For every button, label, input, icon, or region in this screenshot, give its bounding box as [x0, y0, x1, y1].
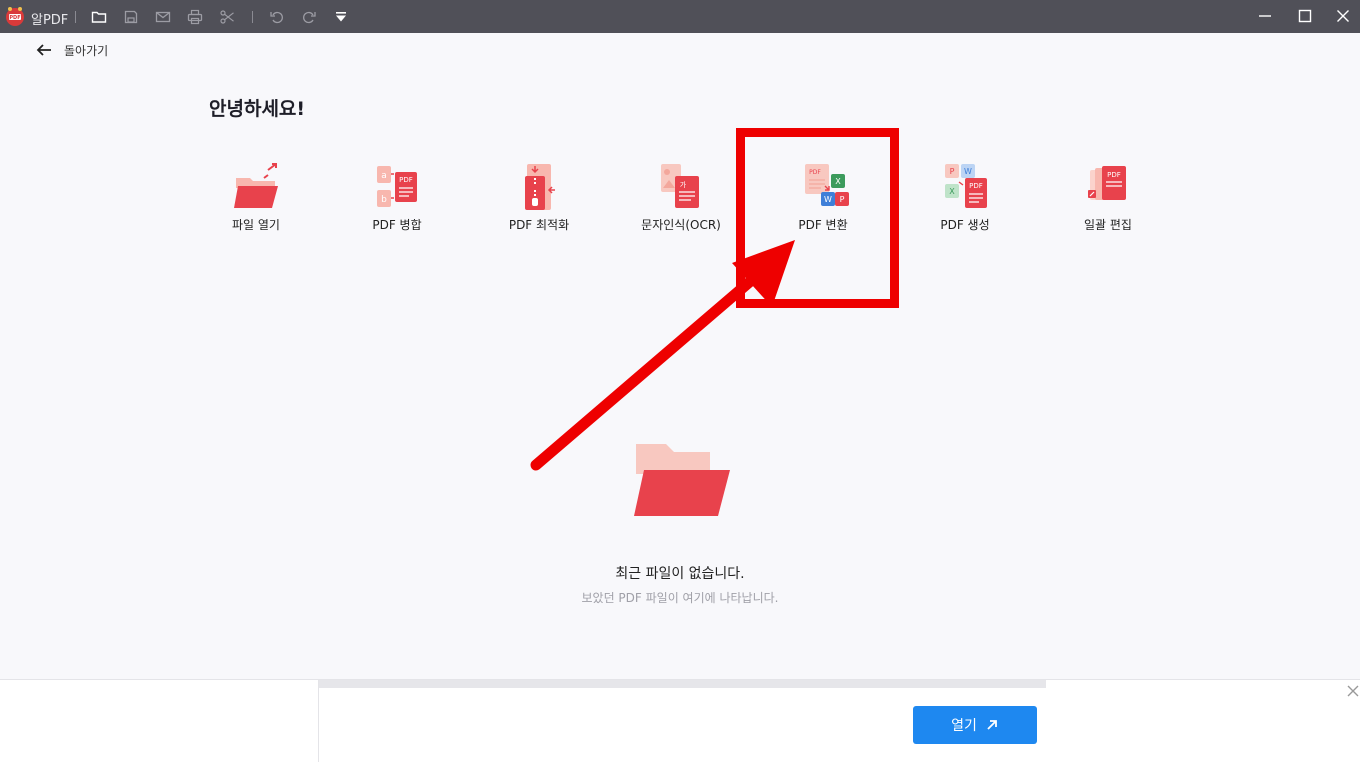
tool-create-pdf[interactable]: P W X PDF PDF 생성 — [905, 160, 1025, 240]
open-folder-icon[interactable] — [90, 8, 108, 26]
svg-text:a: a — [381, 171, 387, 181]
svg-text:P: P — [950, 167, 955, 176]
ad-banner: 열기 — [0, 679, 1360, 762]
undo-icon[interactable] — [268, 8, 286, 26]
tool-merge-pdf[interactable]: a b PDF PDF 병합 — [337, 160, 457, 240]
arrow-left-icon — [36, 44, 51, 56]
svg-text:가: 가 — [680, 180, 687, 189]
title-bar: PDF 알PDF — [0, 0, 1360, 33]
svg-text:PDF: PDF — [969, 182, 983, 190]
back-label: 돌아가기 — [64, 43, 109, 58]
tool-label: PDF 병합 — [372, 218, 422, 232]
ad-close-icon[interactable] — [1346, 684, 1360, 698]
app-logo-icon: PDF — [6, 7, 24, 26]
compress-pdf-icon — [525, 164, 555, 210]
scissors-icon[interactable] — [218, 8, 236, 26]
save-icon[interactable] — [122, 8, 140, 26]
maximize-icon[interactable] — [1298, 8, 1316, 26]
mail-icon[interactable] — [154, 8, 172, 26]
svg-text:b: b — [381, 195, 387, 205]
app-name: 알PDF — [31, 13, 69, 28]
print-icon[interactable] — [186, 8, 204, 26]
close-icon[interactable] — [1336, 8, 1354, 26]
tool-label: 일괄 편집 — [1084, 218, 1132, 232]
empty-state-title: 최근 파일이 없습니다. — [615, 566, 745, 582]
toolbar-separator — [75, 11, 76, 23]
ad-open-label: 열기 — [951, 718, 977, 734]
back-button[interactable]: 돌아가기 — [35, 40, 108, 60]
svg-text:PDF: PDF — [399, 176, 413, 184]
tool-open-file[interactable]: 파일 열기 — [196, 160, 316, 240]
create-pdf-icon: P W X PDF — [945, 164, 987, 208]
empty-state-subtitle: 보았던 PDF 파일이 여기에 나타납니다. — [581, 591, 779, 605]
tool-label: 파일 열기 — [232, 218, 280, 232]
ad-divider — [318, 680, 319, 762]
tool-batch-edit[interactable]: PDF 일괄 편집 — [1048, 160, 1168, 240]
empty-folder-icon — [634, 444, 730, 516]
toolbar-separator — [252, 11, 253, 23]
minimize-icon[interactable] — [1258, 8, 1276, 26]
svg-text:PDF: PDF — [9, 15, 20, 21]
svg-text:X: X — [949, 187, 955, 196]
merge-pdf-icon: a b PDF — [377, 166, 417, 207]
svg-text:W: W — [964, 167, 972, 176]
dropdown-icon[interactable] — [332, 8, 350, 26]
svg-text:PDF: PDF — [1107, 171, 1121, 179]
greeting-heading: 안녕하세요! — [209, 98, 306, 120]
open-file-icon — [234, 163, 278, 208]
ad-open-button[interactable]: 열기 — [913, 706, 1037, 744]
redo-icon[interactable] — [300, 8, 318, 26]
batch-edit-icon: PDF — [1088, 166, 1126, 200]
tool-label: PDF 생성 — [940, 218, 990, 232]
ad-progress-bar — [318, 680, 1046, 688]
external-link-icon — [987, 720, 997, 730]
ocr-icon: 가 — [661, 164, 699, 208]
